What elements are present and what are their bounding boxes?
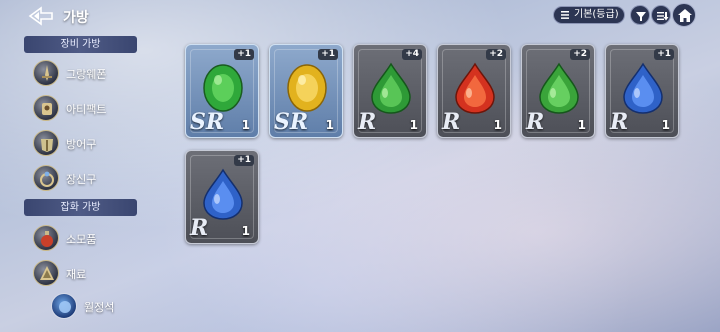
potion-icon <box>33 225 59 251</box>
grade-badge: R <box>610 109 629 135</box>
sidebar-item-consumables[interactable]: 소모품 <box>33 225 163 251</box>
grade-badge: R <box>442 109 461 135</box>
emerald-drop-icon <box>539 62 579 114</box>
sidebar-item-armor[interactable]: 방어구 <box>33 130 163 156</box>
grade-badge: SR <box>274 109 309 135</box>
sort-dropdown[interactable]: 기본(등급) <box>553 6 625 24</box>
sidebar-item-label: 방어구 <box>66 138 97 151</box>
item-slot[interactable]: +1 R 1 <box>185 150 259 244</box>
grade-badge: SR <box>190 109 225 135</box>
sapphire-drop-icon <box>623 62 663 114</box>
filter-icon <box>636 12 646 21</box>
home-icon <box>678 9 692 22</box>
item-quantity: 1 <box>325 118 334 132</box>
sidebar-item-artifact[interactable]: 아티팩트 <box>33 95 163 121</box>
item-slot[interactable]: +1 SR 1 <box>269 44 343 138</box>
sidebar: 장비 가방 그랑웨폰 아티팩트 방어구 장신구 잡화 가방 소모품 재료 월정석 <box>0 34 170 332</box>
page-title: 가방 <box>63 10 89 26</box>
sidebar-item-label: 재료 <box>66 268 87 281</box>
enhance-level: +4 <box>402 49 422 60</box>
home-button[interactable] <box>672 3 696 27</box>
sapphire-drop-icon <box>203 168 243 220</box>
enhance-level: +1 <box>234 155 254 166</box>
sidebar-item-grand-weapon[interactable]: 그랑웨폰 <box>33 60 163 86</box>
item-quantity: 1 <box>241 224 250 238</box>
grade-badge: R <box>358 109 377 135</box>
sort-label: 기본(등급) <box>574 9 619 20</box>
armor-icon <box>33 130 59 156</box>
back-arrow-icon <box>28 6 53 26</box>
enhance-level: +2 <box>486 49 506 60</box>
sidebar-item-label: 그랑웨폰 <box>66 68 107 81</box>
item-slot[interactable]: +1 SR 1 <box>185 44 259 138</box>
top-bar: 가방 기본(등급) <box>0 0 720 32</box>
grade-badge: R <box>526 109 545 135</box>
accessory-icon <box>33 165 59 191</box>
item-slot[interactable]: +4 R 1 <box>353 44 427 138</box>
grade-badge: R <box>190 215 209 241</box>
item-quantity: 1 <box>241 118 250 132</box>
item-quantity: 1 <box>577 118 586 132</box>
topaz-oval-icon <box>287 64 327 112</box>
moonstone-icon <box>51 293 77 319</box>
filter-button[interactable] <box>630 5 650 25</box>
ruby-drop-icon <box>455 62 495 114</box>
item-quantity: 1 <box>493 118 502 132</box>
enhance-level: +2 <box>570 49 590 60</box>
item-slot[interactable]: +1 R 1 <box>605 44 679 138</box>
sort-order-icon <box>657 12 669 21</box>
sidebar-item-materials[interactable]: 재료 <box>33 260 163 286</box>
sidebar-item-accessory[interactable]: 장신구 <box>33 165 163 191</box>
enhance-level: +1 <box>654 49 674 60</box>
emerald-drop-icon <box>371 62 411 114</box>
enhance-level: +1 <box>318 49 338 60</box>
artifact-icon <box>33 95 59 121</box>
item-quantity: 1 <box>661 118 670 132</box>
back-button[interactable] <box>28 6 54 26</box>
material-icon <box>33 260 59 286</box>
item-slot[interactable]: +2 R 1 <box>437 44 511 138</box>
emerald-oval-icon <box>203 64 243 112</box>
sidebar-item-label: 월정석 <box>84 301 115 314</box>
item-quantity: 1 <box>409 118 418 132</box>
sidebar-item-moonstone[interactable]: 월정석 <box>51 293 181 319</box>
item-slot[interactable]: +2 R 1 <box>521 44 595 138</box>
section-misc-bag[interactable]: 잡화 가방 <box>24 199 137 216</box>
sidebar-item-label: 소모품 <box>66 233 97 246</box>
sort-list-icon <box>561 11 569 19</box>
sidebar-item-label: 아티팩트 <box>66 103 107 116</box>
sidebar-item-label: 장신구 <box>66 173 97 186</box>
section-equipment-bag[interactable]: 장비 가방 <box>24 36 137 53</box>
sort-order-button[interactable] <box>651 5 671 25</box>
sword-icon <box>33 60 59 86</box>
enhance-level: +1 <box>234 49 254 60</box>
